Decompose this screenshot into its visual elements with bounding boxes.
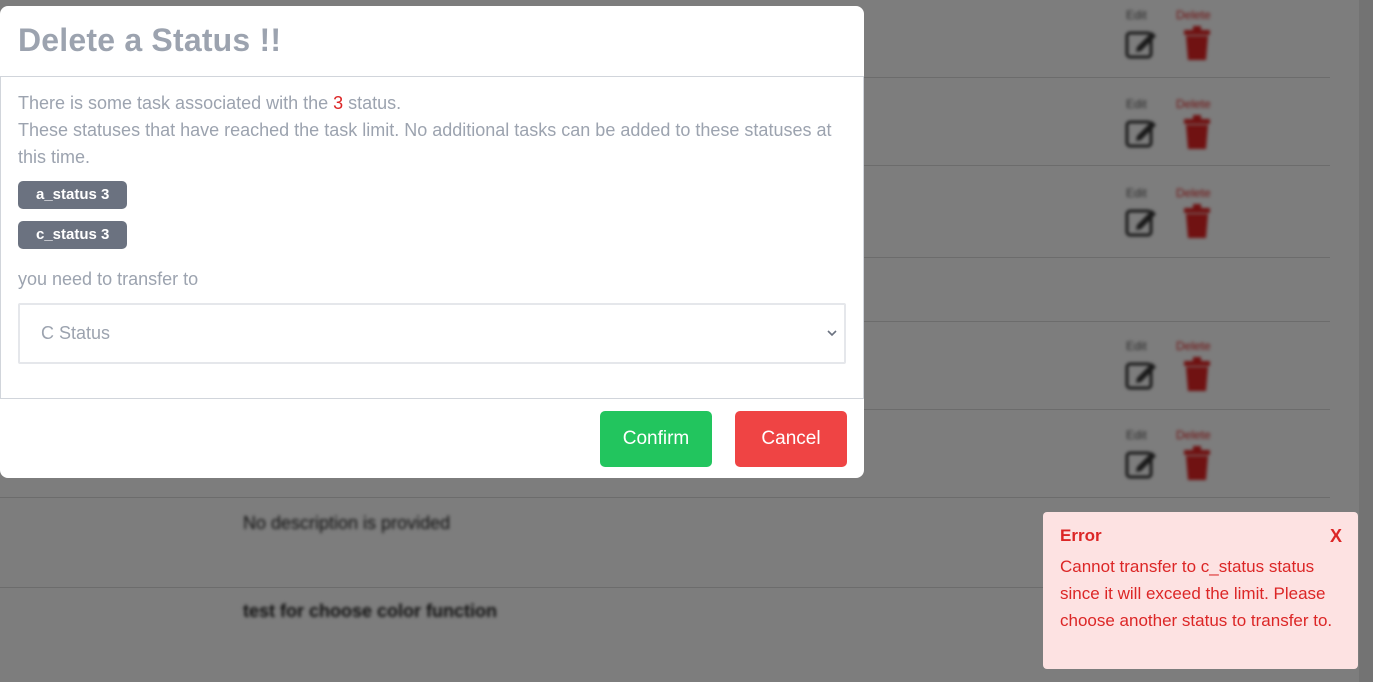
modal-header: Delete a Status !!: [0, 6, 864, 77]
info-text: There is some task associated with the 3…: [18, 90, 846, 171]
modal-body: There is some task associated with the 3…: [0, 77, 864, 399]
delete-status-modal: Delete a Status !! There is some task as…: [0, 6, 864, 478]
status-badge-list: a_status 3 c_status 3: [18, 181, 846, 261]
transfer-label: you need to transfer to: [18, 269, 199, 289]
toast-message: Cannot transfer to c_status status since…: [1060, 557, 1333, 630]
intro-prefix: There is some task associated with the: [18, 93, 334, 113]
toast-close-button[interactable]: X: [1330, 526, 1342, 547]
modal-title: Delete a Status !!: [18, 22, 282, 58]
limit-message: These statuses that have reached the tas…: [18, 120, 832, 167]
chevron-down-icon: [827, 330, 837, 337]
confirm-button[interactable]: Confirm: [600, 411, 712, 467]
error-toast: Error X Cannot transfer to c_status stat…: [1043, 512, 1358, 669]
task-count: 3: [333, 93, 344, 113]
status-badge: a_status 3: [18, 181, 128, 209]
modal-footer: Confirm Cancel: [0, 399, 864, 478]
selected-status: C Status: [41, 323, 111, 343]
toast-title: Error: [1060, 526, 1102, 545]
cancel-button[interactable]: Cancel: [735, 411, 847, 467]
intro-suffix: status.: [343, 93, 402, 113]
status-badge: c_status 3: [18, 221, 128, 249]
transfer-status-select[interactable]: C Status: [18, 303, 846, 364]
